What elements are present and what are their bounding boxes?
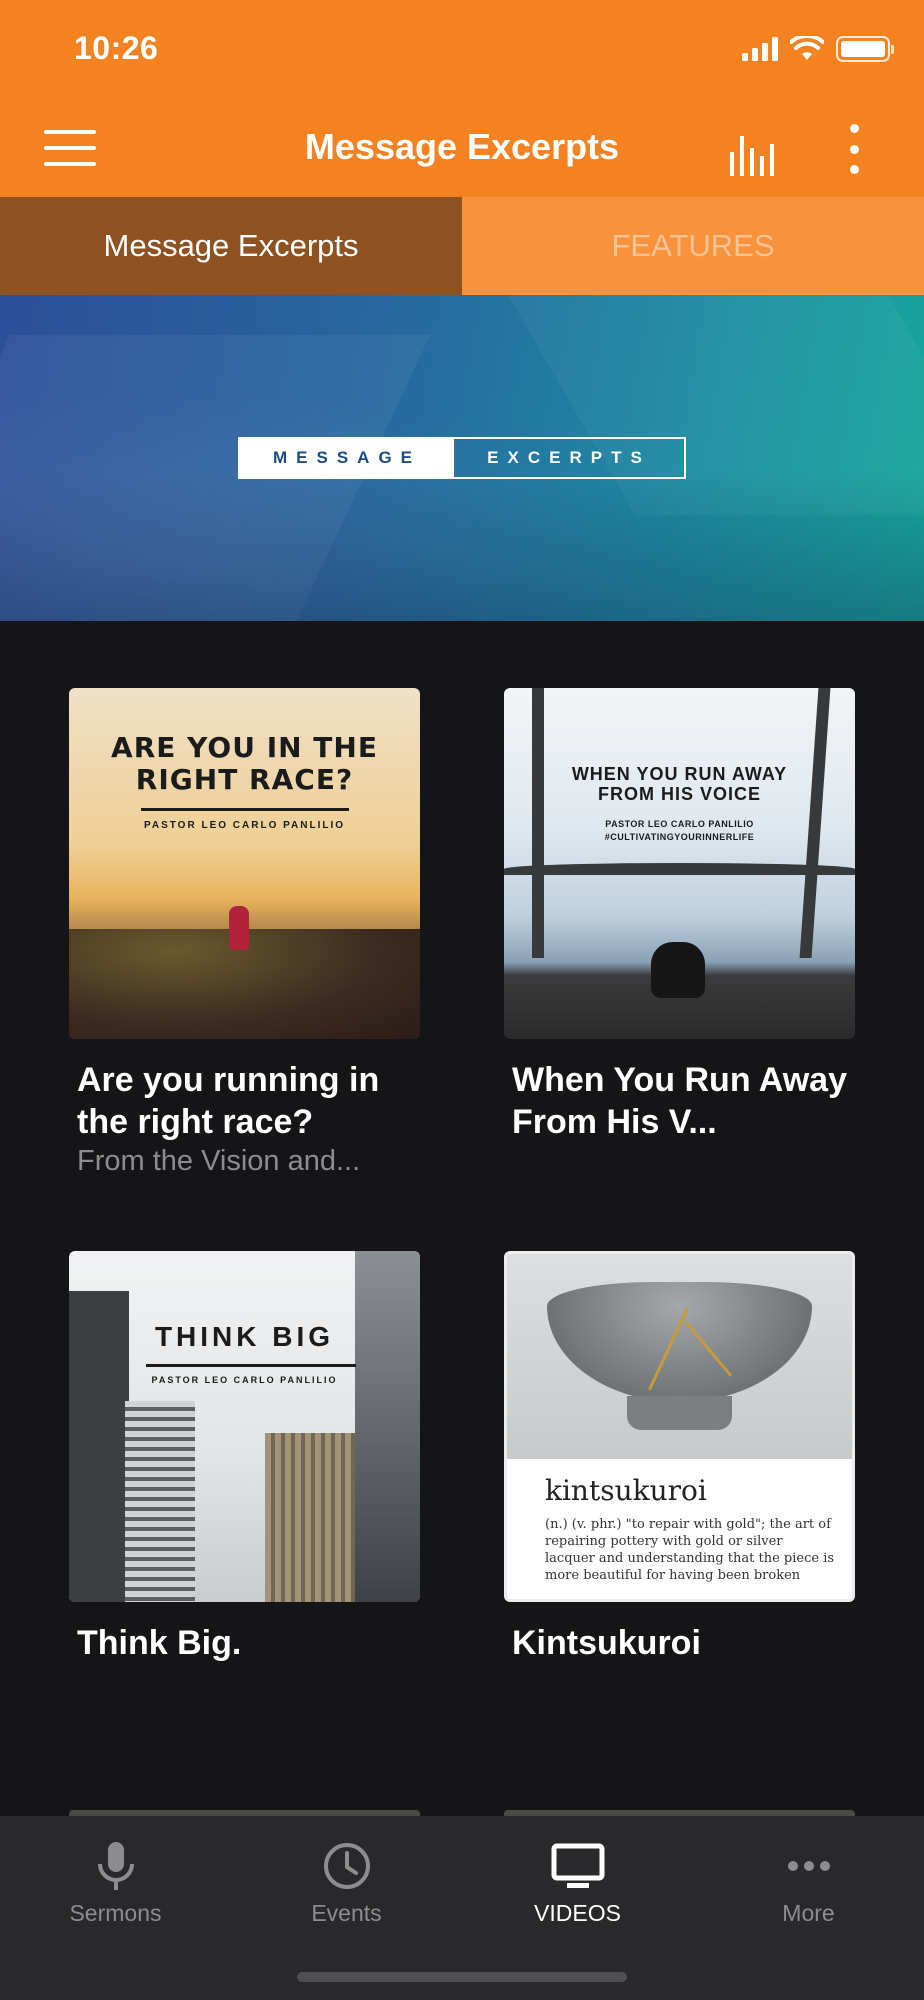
video-card[interactable]: kintsukuroi (n.) (v. phr.) "to repair wi… xyxy=(504,1251,855,1664)
video-card[interactable]: THINK BIG PASTOR LEO CARLO PANLILIO Thin… xyxy=(69,1251,420,1664)
top-bar: 10:26 Message Excerpts xyxy=(0,0,924,197)
hero-banner: MESSAGE EXCERPTS xyxy=(0,295,924,621)
app-bar: Message Excerpts xyxy=(0,112,924,184)
banner-word-message: MESSAGE xyxy=(240,439,454,477)
megaphone-icon xyxy=(651,942,705,998)
nav-label: VIDEOS xyxy=(534,1900,621,1926)
video-card[interactable]: ARE YOU IN THE RIGHT RACE? PASTOR LEO CA… xyxy=(69,688,420,1179)
nav-label: Sermons xyxy=(69,1900,162,1926)
thumb-heading: ARE YOU IN THE RIGHT RACE? xyxy=(111,731,378,796)
video-title: Kintsukuroi xyxy=(512,1624,701,1662)
signal-icon xyxy=(742,37,778,61)
tab-features[interactable]: FEATURES xyxy=(462,197,924,295)
page-title: Message Excerpts xyxy=(304,126,620,167)
video-title: Are you running in the right race? xyxy=(77,1061,380,1141)
microphone-icon xyxy=(0,1836,231,1896)
status-bar: 10:26 xyxy=(0,30,924,74)
video-subtitle: From the Vision and... xyxy=(77,1145,361,1177)
thumb-byline: PASTOR LEO CARLO PANLILIO #CULTIVATINGYO… xyxy=(604,819,755,842)
clock-icon xyxy=(231,1836,462,1896)
nav-sermons[interactable]: Sermons xyxy=(0,1836,231,1946)
banner-word-excerpts: EXCERPTS xyxy=(487,448,651,467)
banner-badge: MESSAGE EXCERPTS xyxy=(238,437,686,479)
video-thumbnail: kintsukuroi (n.) (v. phr.) "to repair wi… xyxy=(504,1251,855,1602)
nav-label: More xyxy=(782,1900,835,1926)
nav-more[interactable]: More xyxy=(693,1836,924,1946)
battery-icon xyxy=(836,36,894,62)
thumb-word: kintsukuroi xyxy=(545,1474,707,1507)
thumb-byline: PASTOR LEO CARLO PANLILIO xyxy=(151,1375,338,1385)
nav-events[interactable]: Events xyxy=(231,1836,462,1946)
nav-label: Events xyxy=(311,1900,382,1926)
thumb-heading: WHEN YOU RUN AWAY FROM HIS VOICE xyxy=(571,764,788,804)
home-indicator xyxy=(297,1972,627,1982)
video-title: Think Big. xyxy=(77,1624,242,1662)
video-card[interactable]: WHEN YOU RUN AWAY FROM HIS VOICE PASTOR … xyxy=(504,688,855,1143)
tab-bar: Message Excerpts FEATURES xyxy=(0,197,924,295)
thumb-byline: PASTOR LEO CARLO PANLILIO xyxy=(143,820,346,831)
video-thumbnail: THINK BIG PASTOR LEO CARLO PANLILIO xyxy=(69,1251,420,1602)
thumb-heading: THINK BIG xyxy=(154,1321,335,1352)
tab-message-excerpts[interactable]: Message Excerpts xyxy=(0,197,462,295)
video-title: When You Run Away From His V... xyxy=(512,1061,847,1141)
more-vertical-icon[interactable] xyxy=(842,124,866,174)
status-time: 10:26 xyxy=(74,30,159,66)
video-thumbnail: WHEN YOU RUN AWAY FROM HIS VOICE PASTOR … xyxy=(504,688,855,1039)
tv-icon xyxy=(462,1836,693,1896)
video-thumbnail: ARE YOU IN THE RIGHT RACE? PASTOR LEO CA… xyxy=(69,688,420,1039)
nav-videos[interactable]: VIDEOS xyxy=(462,1836,693,1946)
status-icons xyxy=(742,36,894,62)
audio-bars-icon[interactable] xyxy=(728,130,784,178)
wifi-icon xyxy=(790,36,824,60)
runner-figure xyxy=(229,906,249,950)
thumb-definition: (n.) (v. phr.) "to repair with gold"; th… xyxy=(545,1517,835,1583)
more-horizontal-icon xyxy=(693,1836,924,1896)
